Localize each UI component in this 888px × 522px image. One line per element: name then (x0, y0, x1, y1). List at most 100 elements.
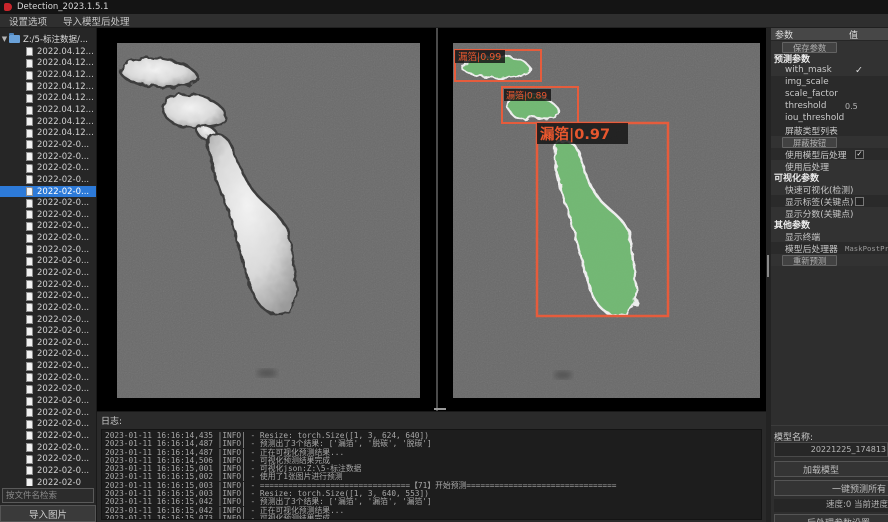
param-row[interactable]: 预测参数 (771, 53, 888, 64)
tree-item[interactable]: 2022-02-0... (0, 162, 96, 174)
param-row[interactable]: 显示终端 (771, 230, 888, 242)
tree-item[interactable]: 2022.04.12... (0, 58, 96, 70)
tree-item[interactable]: 2022-02-0... (0, 221, 96, 233)
tree-root-folder[interactable]: ▼ Z:/5-标注数据/... (0, 32, 96, 45)
param-row[interactable]: scale_factor (771, 88, 888, 100)
search-input[interactable] (2, 488, 94, 503)
param-row[interactable]: 可视化参数 (771, 172, 888, 183)
param-row[interactable]: 显示标签(关键点) (771, 195, 888, 207)
expand-arrow-icon[interactable]: ▼ (0, 35, 9, 43)
file-icon (26, 210, 33, 219)
tree-item[interactable]: 2022-02-0... (0, 244, 96, 256)
tree-item[interactable]: 2022-02-0... (0, 325, 96, 337)
tree-item[interactable]: 2022.04.12... (0, 127, 96, 139)
tree-item-label: 2022-02-0... (37, 268, 89, 278)
tree-item-label: 2022-02-0... (37, 396, 89, 406)
tree-item[interactable]: 2022-02-0... (0, 139, 96, 151)
param-label: img_scale (771, 77, 829, 87)
tree-item-label: 2022.04.12... (37, 70, 94, 80)
tree-item[interactable]: 2022-02-0... (0, 197, 96, 209)
tree-item[interactable]: 2022-02-0... (0, 372, 96, 384)
tree-item[interactable]: 2022-02-0... (0, 419, 96, 431)
tree-item-label: 2022-02-0... (37, 443, 89, 453)
tree-item-label: 2022-02-0... (37, 152, 89, 162)
tree-item[interactable]: 2022.04.12... (0, 46, 96, 58)
tree-item[interactable]: 2022-02-0... (0, 384, 96, 396)
param-row[interactable]: 屏蔽类型列表 (771, 124, 888, 136)
log-line: 2023-01-11 16:16:15,073 |INFO| - 可视化预测结果… (105, 515, 758, 520)
menu-item[interactable]: 设置选项 (9, 14, 47, 28)
tree-item[interactable]: 2022-02-0... (0, 442, 96, 454)
param-row[interactable]: 其他参数 (771, 219, 888, 230)
param-label: iou_threshold (771, 113, 844, 123)
param-row[interactable]: 快速可视化(检测) (771, 183, 888, 195)
tree-item[interactable]: 2022-02-0... (0, 302, 96, 314)
splitter-grip[interactable] (767, 255, 769, 277)
tree-item[interactable]: 2022-02-0... (0, 407, 96, 419)
file-icon (26, 455, 33, 464)
tree-item[interactable]: 2022-02-0... (0, 209, 96, 221)
tree-item[interactable]: 2022-02-0... (0, 290, 96, 302)
title-bar: Detection_2023.1.5.1 (0, 0, 888, 14)
file-icon (26, 303, 33, 312)
model-name-field[interactable]: 20221225_174813 (774, 442, 888, 457)
tree-item[interactable]: 2022-02-0... (0, 465, 96, 477)
tree-item[interactable]: 2022-02-0... (0, 256, 96, 268)
tree-item[interactable]: 2022-02-0... (0, 395, 96, 407)
param-row[interactable]: 屏蔽按钮 (771, 136, 888, 148)
tree-item[interactable]: 2022-02-0... (0, 186, 96, 198)
tree-item[interactable]: 2022.04.12... (0, 69, 96, 81)
param-row[interactable]: with_mask ✓ (771, 64, 888, 76)
tree-item-label: 2022-02-0... (37, 140, 89, 150)
tree-item[interactable]: 2022-02-0... (0, 430, 96, 442)
tree-item[interactable]: 2022.04.12... (0, 116, 96, 128)
log-console[interactable]: 2023-01-11 16:16:14,435 |INFO| - Resize:… (101, 429, 762, 520)
load-model-button[interactable]: 加载模型 (774, 461, 888, 477)
dark-smudge (257, 369, 277, 377)
tree-item-label: 2022-02-0... (37, 419, 89, 429)
menu-item[interactable]: 导入模型后处理 (63, 14, 130, 28)
tree-item[interactable]: 2022-02-0... (0, 349, 96, 361)
tree-item[interactable]: 2022-02-0 (0, 477, 96, 486)
tree-item[interactable]: 2022.04.12... (0, 81, 96, 93)
detection-label: 漏箔|0.99 (458, 51, 501, 63)
app-icon (4, 3, 12, 11)
postprocess-settings-button[interactable]: 后处理参数设置 (774, 514, 888, 522)
tree-item[interactable]: 2022-02-0... (0, 174, 96, 186)
param-row[interactable]: 模型后处理器 MaskPostPro (771, 242, 888, 254)
param-value[interactable]: ✓ (855, 64, 863, 76)
param-value[interactable]: 0.5 (845, 100, 858, 112)
import-images-button[interactable]: 导入图片 (0, 505, 96, 522)
param-label: 屏蔽按钮 (782, 137, 837, 148)
param-row[interactable]: threshold 0.5 (771, 100, 888, 112)
tree-item[interactable]: 2022-02-0... (0, 453, 96, 465)
tree-item[interactable]: 2022-02-0... (0, 151, 96, 163)
predict-all-button[interactable]: 一键预测所有 (774, 480, 888, 496)
prediction-image-panel[interactable]: 漏箔|0.99 漏箔|0.89 漏箔|0.97 (453, 43, 760, 398)
tree-item-label: 2022.04.12... (37, 93, 94, 103)
tree-item-label: 2022-02-0... (37, 431, 89, 441)
horizontal-splitter-handle[interactable] (434, 408, 446, 410)
param-row[interactable]: img_scale (771, 76, 888, 88)
param-value[interactable]: ✓ (855, 150, 864, 159)
original-image-panel[interactable] (117, 43, 420, 398)
header-param: 参数 (771, 28, 849, 41)
tree-item[interactable]: 2022-02-0... (0, 279, 96, 291)
tree-item[interactable]: 2022-02-0... (0, 360, 96, 372)
file-icon (26, 315, 33, 324)
tree-item[interactable]: 2022.04.12... (0, 104, 96, 116)
param-value[interactable] (855, 197, 864, 206)
tree-item[interactable]: 2022-02-0... (0, 337, 96, 349)
tree-item[interactable]: 2022.04.12... (0, 93, 96, 105)
param-value[interactable]: MaskPostPro (845, 242, 888, 254)
menu-bar: 设置选项 导入模型后处理 (0, 14, 888, 28)
file-icon (26, 466, 33, 475)
original-image (117, 43, 420, 398)
tree-item[interactable]: 2022-02-0... (0, 232, 96, 244)
tree-item[interactable]: 2022-02-0... (0, 314, 96, 326)
param-row[interactable]: 使用模型后处理 ✓ (771, 148, 888, 160)
file-icon (26, 431, 33, 440)
param-row[interactable]: iou_threshold (771, 112, 888, 124)
param-row[interactable]: 重新预测 (771, 254, 888, 266)
tree-item[interactable]: 2022-02-0... (0, 267, 96, 279)
